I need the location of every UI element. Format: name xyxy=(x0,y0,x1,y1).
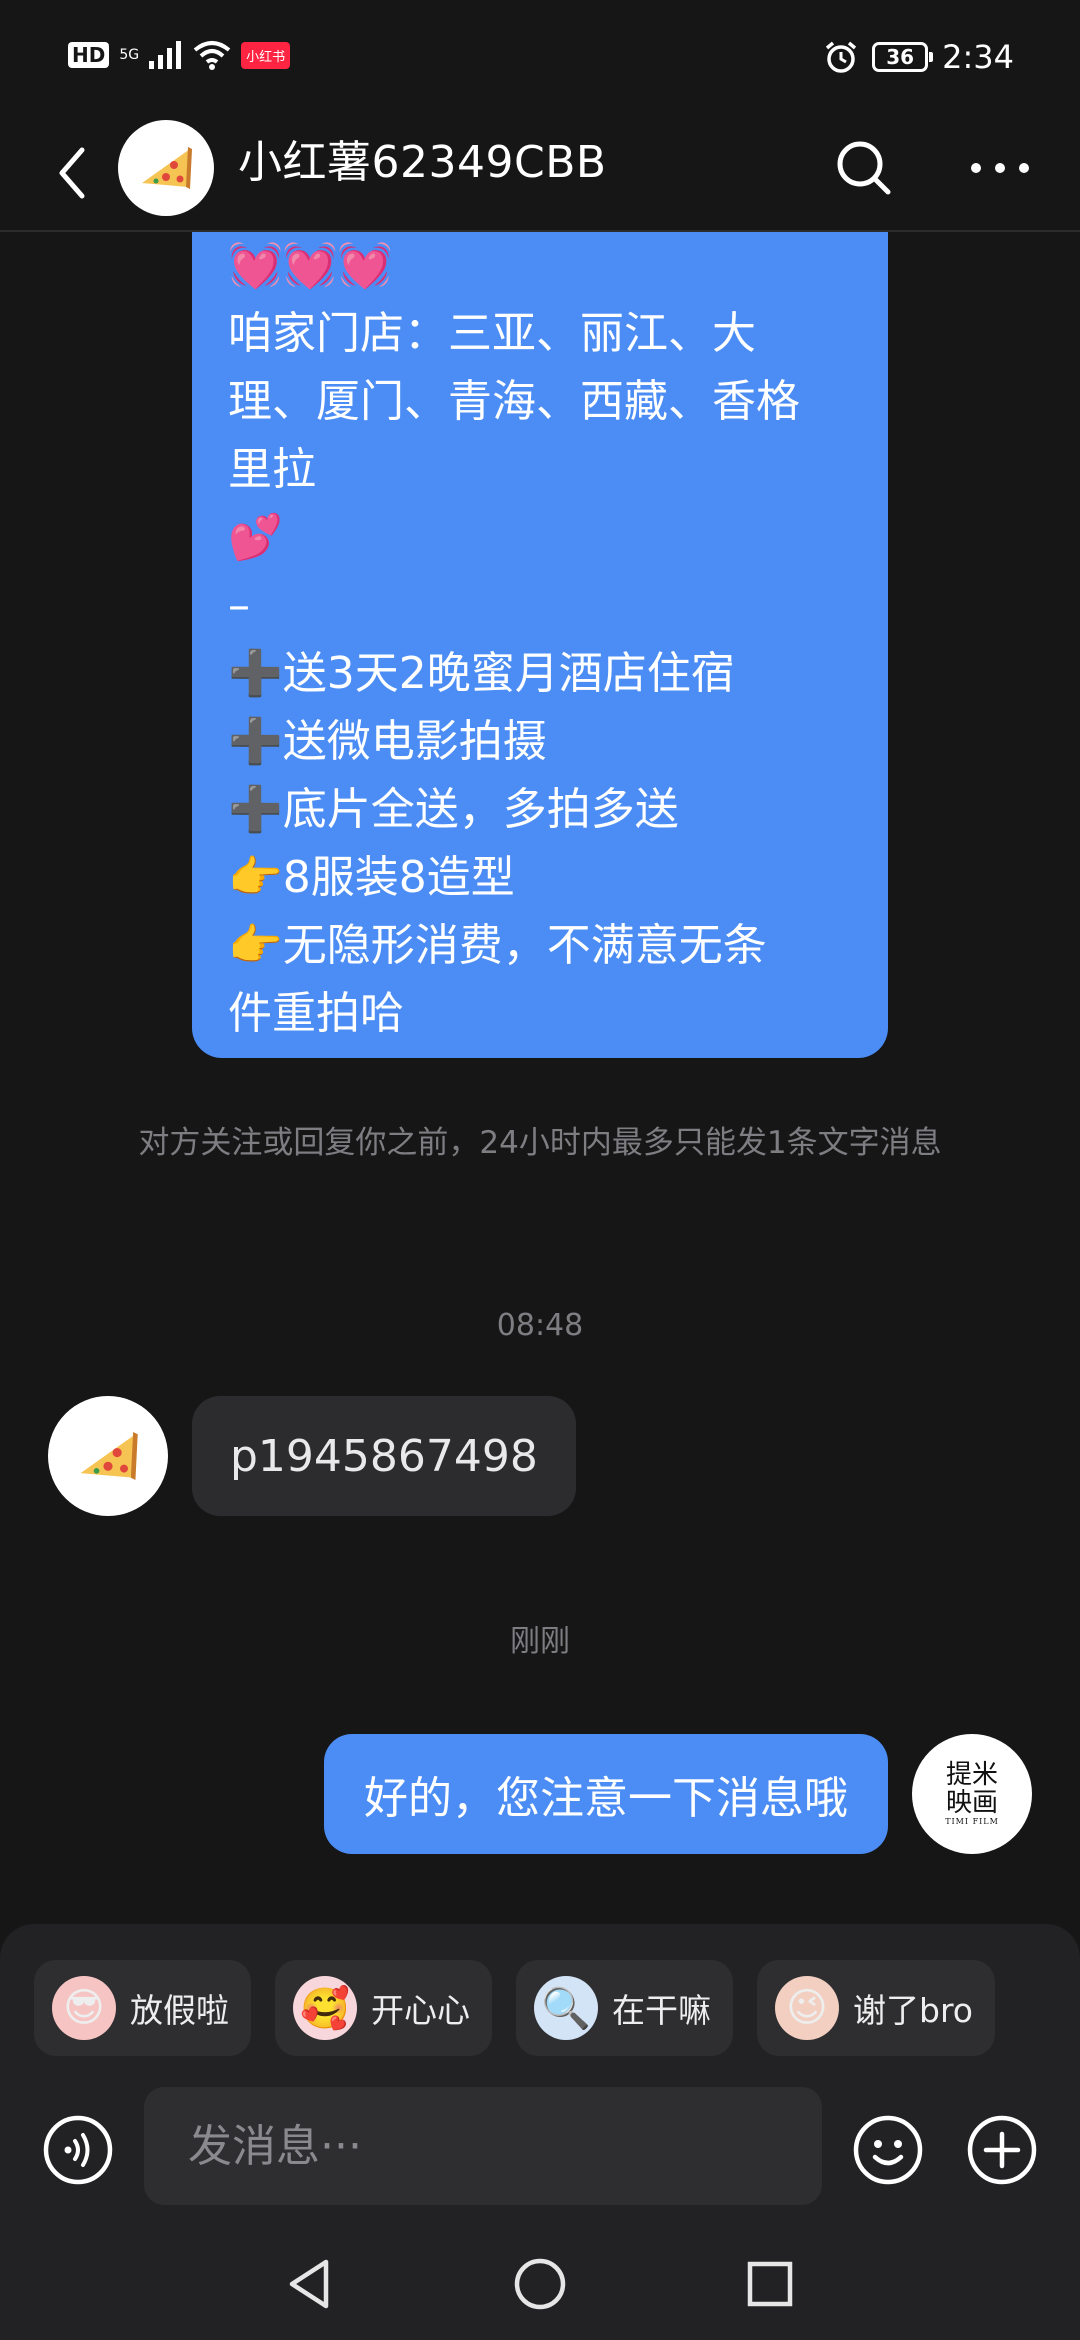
hd-indicator: HD xyxy=(68,42,110,68)
message-line: 💓💓💓 xyxy=(228,240,393,291)
self-avatar-subtext: TIMI FILM xyxy=(945,1817,999,1826)
message-line: 件重拍哈 xyxy=(228,988,404,1039)
message-line: ➕送微电影拍摄 xyxy=(228,716,547,767)
self-avatar-text: 提米 xyxy=(945,1760,998,1790)
emoji-icon[interactable] xyxy=(852,2114,924,2186)
voice-input-icon[interactable] xyxy=(42,2114,114,2186)
contact-avatar[interactable] xyxy=(48,1396,168,1516)
quick-reply-label: 谢了bro xyxy=(853,1991,973,2030)
network-indicator: 5G xyxy=(119,47,140,63)
message-line: – xyxy=(228,580,250,631)
quick-reply-chip[interactable]: 😉 谢了bro xyxy=(757,1960,995,2056)
sticker-happy-icon: 🥰 xyxy=(293,1976,357,2040)
message-line: 里拉 xyxy=(228,444,316,495)
message-line: 咱家门店：三亚、丽江、大 xyxy=(228,308,756,359)
status-bar: HD 5G 小红书 36 2:34 xyxy=(0,0,1080,120)
message-line: 💕 xyxy=(228,512,283,563)
sticker-what-icon: 🔍 xyxy=(534,1976,598,2040)
quick-reply-bar: 😎 放假啦 🥰 开心心 🔍 在干嘛 😉 谢了bro xyxy=(34,1960,995,2056)
quick-reply-chip[interactable]: 😎 放假啦 xyxy=(34,1960,251,2056)
signal-icon xyxy=(149,41,182,69)
quick-reply-chip[interactable]: 🥰 开心心 xyxy=(275,1960,492,2056)
pizza-icon xyxy=(142,147,192,189)
quick-reply-chip[interactable]: 🔍 在干嘛 xyxy=(516,1960,733,2056)
quick-reply-label: 放假啦 xyxy=(130,1991,229,2030)
app-notification-badge: 小红书 xyxy=(241,41,291,69)
promo-message-bubble[interactable]: 💓💓💓 咱家门店：三亚、丽江、大 理、厦门、青海、西藏、香格 里拉 💕 – ➕送… xyxy=(192,232,888,1058)
message-line: ➕送3天2晚蜜月酒店住宿 xyxy=(228,648,735,699)
message-line: 理、厦门、青海、西藏、香格 xyxy=(228,376,800,427)
message-line: 👉无隐形消费，不满意无条 xyxy=(228,920,767,971)
outgoing-message-bubble[interactable]: 好的，您注意一下消息哦 xyxy=(324,1734,888,1854)
pizza-icon xyxy=(80,1432,138,1480)
contact-avatar[interactable] xyxy=(118,120,214,216)
self-avatar-text: 映画 xyxy=(945,1788,998,1818)
messaging-limit-notice: 对方关注或回复你之前，24小时内最多只能发1条文字消息 xyxy=(138,1125,942,1161)
search-icon[interactable] xyxy=(832,136,896,200)
message-input[interactable] xyxy=(144,2087,822,2205)
chat-header: 小红薯62349CBB xyxy=(0,120,1080,232)
nav-recents-icon[interactable] xyxy=(740,2252,800,2316)
system-nav-bar xyxy=(0,2230,1080,2340)
nav-back-icon[interactable] xyxy=(280,2252,340,2316)
sticker-holiday-icon: 😎 xyxy=(52,1976,116,2040)
more-icon[interactable] xyxy=(964,136,1036,200)
nav-home-icon[interactable] xyxy=(510,2252,570,2316)
incoming-message-bubble[interactable]: p1945867498 xyxy=(192,1396,576,1516)
message-line: 👉8服装8造型 xyxy=(228,852,515,903)
quick-reply-label: 在干嘛 xyxy=(612,1991,711,2030)
message-line: ➕底片全送，多拍多送 xyxy=(228,784,679,835)
quick-reply-label: 开心心 xyxy=(371,1991,470,2030)
wifi-icon xyxy=(193,41,231,70)
message-timestamp: 08:48 xyxy=(496,1308,584,1343)
chat-title: 小红薯62349CBB xyxy=(238,137,607,188)
plus-icon[interactable] xyxy=(966,2114,1038,2186)
alarm-icon xyxy=(826,41,857,73)
battery-indicator: 36 xyxy=(872,42,934,72)
self-avatar[interactable]: 提米 映画 TIMI FILM xyxy=(912,1734,1032,1854)
back-icon[interactable] xyxy=(44,138,104,208)
status-time: 2:34 xyxy=(942,38,1014,76)
sticker-thanks-icon: 😉 xyxy=(775,1976,839,2040)
message-timestamp: 刚刚 xyxy=(510,1624,570,1659)
